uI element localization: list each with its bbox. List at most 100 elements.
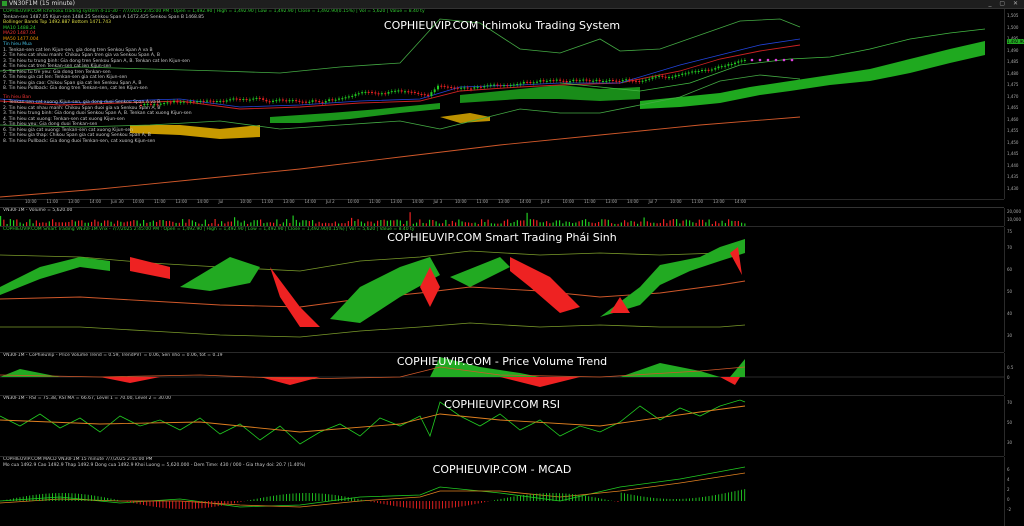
app-icon [2, 1, 7, 6]
macd-histogram-bar [633, 495, 635, 501]
candle-body [473, 87, 476, 89]
volume-bar [640, 221, 642, 226]
candle-body [701, 69, 703, 72]
candle-body [509, 85, 512, 87]
macd-histogram-bar [130, 501, 131, 503]
rsi-axis[interactable]: 70 50 30 [1004, 396, 1024, 456]
macd-histogram-bar [542, 493, 544, 501]
volume-header: VN30F1M - Volume = 5,620.00 [3, 208, 72, 214]
candle-body [684, 73, 687, 75]
volume-bar [149, 222, 151, 226]
macd-histogram-bar [422, 501, 424, 509]
volume-bar [133, 220, 135, 226]
time-tick: 10:00 [132, 199, 145, 204]
macd-axis[interactable]: 6 4 2 0 -2 [1004, 457, 1024, 526]
macd-histogram-bar [299, 493, 300, 501]
smart-trading-axis[interactable]: 75 70 60 50 40 30 [1004, 227, 1024, 352]
price-tick: 1,490 [1007, 47, 1019, 53]
macd-histogram-bar [334, 495, 336, 501]
macd-histogram-bar [110, 498, 112, 501]
volume-bar [403, 223, 405, 226]
volume-bar [65, 222, 67, 226]
time-tick: 11:00 [369, 199, 381, 204]
volume-bar [627, 222, 629, 226]
volume-bar [234, 217, 236, 226]
volume-bar [399, 220, 401, 226]
macd-histogram-bar [172, 501, 174, 509]
volume-bar [204, 219, 206, 226]
price-tick: 1,505 [1007, 13, 1019, 18]
candle-body [720, 66, 723, 68]
volume-bar [175, 222, 177, 226]
macd-pane[interactable]: COPHIEUVIP.COM - MCAD COPHIEUVIP.COM MAC… [0, 457, 1004, 526]
volume-bar [718, 223, 720, 226]
macd-histogram-bar [84, 494, 86, 501]
macd-histogram-bar [503, 498, 505, 501]
time-tick: 14:00 [412, 199, 424, 204]
candle-body [635, 80, 637, 82]
candle-body [450, 86, 453, 88]
volume-pane[interactable]: VN30F1M - Volume = 5,620.00 [0, 208, 1004, 227]
volume-bar [237, 220, 239, 226]
volume-bar [240, 222, 242, 226]
candle-body [437, 85, 439, 90]
price-axis[interactable]: 1,5051,5001,4951,4901,4851,4801,4751,470… [1004, 9, 1024, 199]
rsi-pane[interactable]: COPHIEUVIP.COM RSI VN30F1M - RSI = 75.38… [0, 396, 1004, 457]
time-tick: 13:00 [68, 199, 80, 204]
volume-bar [370, 221, 372, 226]
macd-histogram-bar [438, 501, 440, 509]
volume-bar [81, 220, 83, 226]
volume-bar [468, 222, 470, 226]
price-tick: 1,480 [1007, 70, 1019, 76]
candle-body [427, 94, 430, 97]
macd-histogram-bar [435, 501, 437, 509]
volume-bar [643, 217, 645, 226]
volume-bar [13, 220, 15, 226]
macd-histogram-bar [620, 492, 622, 501]
macd-histogram-bar [516, 495, 518, 501]
candle-body [545, 80, 548, 82]
volume-bar [659, 222, 661, 226]
smart-tick: 30 [1007, 333, 1013, 338]
time-axis[interactable]: 10:00 11:00 13:00 14:00 Jun 30 10:00 11:00 13:0… [0, 199, 1004, 208]
ichimoku-pane[interactable]: COPHIEUVIP.COM Ichimoku Trading System C… [0, 9, 1004, 200]
volume-bar [513, 221, 515, 226]
candle-body [740, 60, 743, 62]
window-controls[interactable]: _ ▢ ✕ [988, 0, 1021, 8]
volume-bar [455, 222, 457, 226]
macd-histogram-bar [461, 501, 463, 507]
pvt-axis[interactable]: 0.5 0 [1004, 353, 1024, 395]
candle-body [549, 80, 552, 82]
volume-bar [211, 223, 213, 226]
macd-histogram-bar [724, 493, 726, 501]
candle-body [532, 82, 535, 84]
macd-histogram-bar [152, 501, 154, 507]
time-tick: 13:00 [713, 199, 725, 204]
macd-histogram-bar [256, 498, 258, 501]
volume-bar [672, 219, 674, 226]
macd-histogram-bar [601, 498, 603, 501]
volume-bar [490, 223, 492, 226]
smart-trading-pane[interactable]: COPHIEUVIP.COM Smart Trading Phái Sinh C… [0, 227, 1004, 353]
macd-histogram-bar [399, 501, 401, 507]
volume-bar [341, 223, 343, 226]
volume-bar [588, 221, 590, 226]
volume-bar [409, 212, 411, 226]
pvt-pane[interactable]: COPHIEUVIP.COM - Price Volume Trend VN30… [0, 353, 1004, 396]
candle-body [476, 86, 479, 88]
candle-body [644, 79, 647, 81]
candle-body [582, 79, 585, 81]
candle-body [526, 81, 529, 83]
macd-histogram-bar [13, 498, 14, 501]
macd-histogram-bar [523, 494, 525, 501]
volume-axis[interactable]: 20,000 10,000 [1004, 208, 1024, 226]
macd-histogram-bar [549, 493, 551, 501]
volume-bar [435, 221, 437, 226]
volume-bar [373, 223, 375, 226]
volume-bar [559, 220, 561, 226]
candle-body [555, 79, 558, 81]
volume-bar [549, 223, 551, 226]
volume-bar [624, 220, 626, 226]
volume-bar [29, 219, 31, 226]
candle-body [743, 59, 746, 61]
